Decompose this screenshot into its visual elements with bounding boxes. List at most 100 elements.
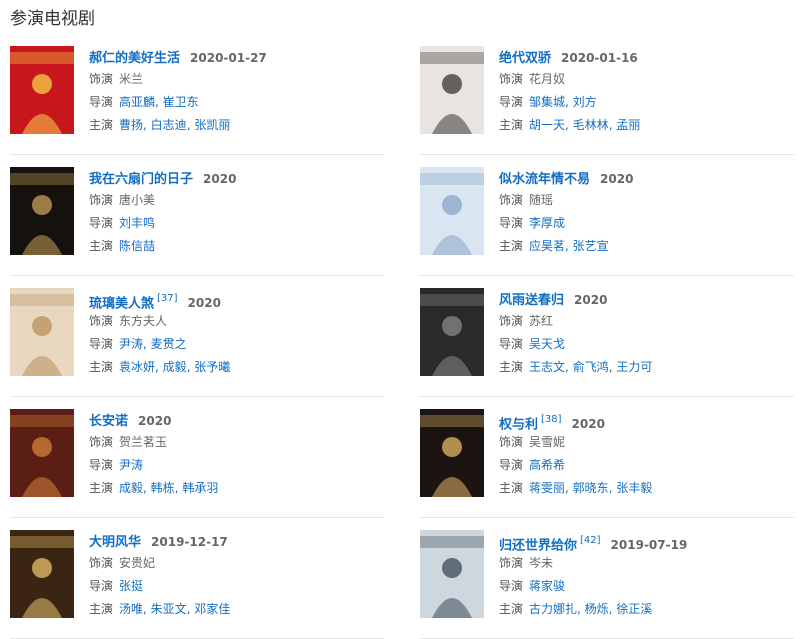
director-link[interactable]: 崔卫东 <box>163 95 199 109</box>
drama-poster-image[interactable] <box>10 167 74 255</box>
cast-member-link[interactable]: 古力娜扎 <box>529 602 577 616</box>
director-line: 导演 吴天戈 <box>499 333 799 356</box>
director-label: 导演 <box>89 337 114 351</box>
comma-separator: , <box>565 481 573 495</box>
poster-art <box>10 288 74 376</box>
role-label: 饰演 <box>499 556 524 570</box>
drama-title-link[interactable]: 郝仁的美好生活 <box>89 51 180 66</box>
director-link[interactable]: 吴天戈 <box>529 337 565 351</box>
drama-poster-image[interactable] <box>420 288 484 376</box>
comma-separator: , <box>143 602 151 616</box>
drama-poster-image[interactable] <box>420 409 484 497</box>
drama-card: 大明风华 2019-12-17 饰演 安贵妃 导演 张挺 主演 汤唯, 朱亚文, 邓家佳 <box>10 530 390 620</box>
cast-member-link[interactable]: 郭晓东 <box>573 481 609 495</box>
drama-poster-image[interactable] <box>420 46 484 134</box>
director-link[interactable]: 麦贯之 <box>151 337 187 351</box>
cast-member-link[interactable]: 张艺宣 <box>573 239 609 253</box>
drama-card: 郝仁的美好生活 2020-01-27 饰演 米兰 导演 高亚麟, 崔卫东 主演 曹扬, 白志迪… <box>10 46 390 136</box>
cast-member-link[interactable]: 孟丽 <box>616 118 640 132</box>
director-link[interactable]: 高亚麟 <box>119 95 155 109</box>
drama-title-link[interactable]: 长安诺 <box>89 414 128 429</box>
cast-member-link[interactable]: 张予曦 <box>194 360 230 374</box>
drama-title-link[interactable]: 风雨送春归 <box>499 293 564 308</box>
comma-separator: , <box>143 481 151 495</box>
drama-poster-image[interactable] <box>420 167 484 255</box>
role-label: 饰演 <box>499 72 524 86</box>
director-link[interactable]: 邹集城 <box>529 95 565 109</box>
cast-member-link[interactable]: 陈信喆 <box>119 239 155 253</box>
citation-link[interactable]: [38] <box>541 414 562 425</box>
cast-member-link[interactable]: 韩承羽 <box>182 481 218 495</box>
drama-info: 归还世界给你 [42] 2019-07-19 饰演 岑未 导演 蒋家骏 主演 古力娜扎, 杨烁,… <box>499 530 799 621</box>
citation-link[interactable]: [42] <box>580 535 601 546</box>
director-line: 导演 张挺 <box>89 575 389 598</box>
drama-title-link[interactable]: 似水流年情不易 <box>499 172 590 187</box>
cast-member-link[interactable]: 杨烁 <box>585 602 609 616</box>
drama-title-link[interactable]: 我在六扇门的日子 <box>89 172 193 187</box>
cast-line: 主演 王志文, 俞飞鸿, 王力可 <box>499 356 799 379</box>
drama-poster-image[interactable] <box>420 530 484 618</box>
role-line: 饰演 东方夫人 <box>89 310 389 333</box>
director-link[interactable]: 高希希 <box>529 458 565 472</box>
cast-member-link[interactable]: 蒋雯丽 <box>529 481 565 495</box>
cast-member-link[interactable]: 成毅 <box>119 481 143 495</box>
role-name: 吴雪妮 <box>529 435 566 449</box>
air-date: 2020-01-16 <box>561 51 638 65</box>
director-link[interactable]: 张挺 <box>119 579 143 593</box>
drama-poster-image[interactable] <box>10 409 74 497</box>
drama-title-link[interactable]: 绝代双骄 <box>499 51 551 66</box>
cast-member-link[interactable]: 俞飞鸿 <box>573 360 609 374</box>
drama-card: 绝代双骄 2020-01-16 饰演 花月奴 导演 邹集城, 刘方 主演 胡一天, 毛林林, … <box>420 46 800 136</box>
section-title: 参演电视剧 <box>10 9 95 29</box>
comma-separator: , <box>143 337 151 351</box>
cast-member-link[interactable]: 王力可 <box>616 360 652 374</box>
drama-poster-image[interactable] <box>10 530 74 618</box>
cast-member-link[interactable]: 曹扬 <box>119 118 143 132</box>
title-line: 绝代双骄 2020-01-16 <box>499 46 799 68</box>
role-label: 饰演 <box>89 72 114 86</box>
cast-member-link[interactable]: 胡一天 <box>529 118 565 132</box>
cast-label: 主演 <box>89 118 114 132</box>
director-label: 导演 <box>89 579 114 593</box>
drama-card: 归还世界给你 [42] 2019-07-19 饰演 岑未 导演 蒋家骏 主演 古力娜扎, 杨烁,… <box>420 530 800 620</box>
cast-line: 主演 蒋雯丽, 郭晓东, 张丰毅 <box>499 477 799 500</box>
drama-grid: 郝仁的美好生活 2020-01-27 饰演 米兰 导演 高亚麟, 崔卫东 主演 曹扬, 白志迪… <box>0 34 806 639</box>
cast-member-link[interactable]: 白志迪 <box>151 118 187 132</box>
director-link[interactable]: 蒋家骏 <box>529 579 565 593</box>
cast-member-link[interactable]: 韩栋 <box>151 481 175 495</box>
cast-member-link[interactable]: 毛林林 <box>573 118 609 132</box>
cast-member-link[interactable]: 张凯丽 <box>194 118 230 132</box>
air-date: 2019-12-17 <box>151 535 228 549</box>
role-label: 饰演 <box>499 435 524 449</box>
cast-member-link[interactable]: 张丰毅 <box>616 481 652 495</box>
title-line: 权与利 [38] 2020 <box>499 409 799 432</box>
comma-separator: , <box>565 239 573 253</box>
drama-title-link[interactable]: 大明风华 <box>89 535 141 550</box>
cast-member-link[interactable]: 成毅 <box>163 360 187 374</box>
director-link[interactable]: 尹涛 <box>119 337 143 351</box>
director-link[interactable]: 刘方 <box>573 95 597 109</box>
cast-label: 主演 <box>89 239 114 253</box>
drama-info: 琉璃美人煞 [37] 2020 饰演 东方夫人 导演 尹涛, 麦贯之 主演 袁冰妍, 成毅, 张… <box>89 288 389 379</box>
cast-member-link[interactable]: 朱亚文 <box>151 602 187 616</box>
cast-member-link[interactable]: 王志文 <box>529 360 565 374</box>
role-line: 饰演 随瑶 <box>499 189 799 212</box>
role-line: 饰演 苏红 <box>499 310 799 333</box>
role-name: 贺兰茗玉 <box>119 435 168 449</box>
title-line: 似水流年情不易 2020 <box>499 167 799 189</box>
director-line: 导演 尹涛, 麦贯之 <box>89 333 389 356</box>
cast-line: 主演 汤唯, 朱亚文, 邓家佳 <box>89 598 389 621</box>
drama-poster-image[interactable] <box>10 46 74 134</box>
cast-member-link[interactable]: 应昊茗 <box>529 239 565 253</box>
director-link[interactable]: 尹涛 <box>119 458 143 472</box>
citation-link[interactable]: [37] <box>157 293 178 304</box>
director-line: 导演 邹集城, 刘方 <box>499 91 799 114</box>
cast-member-link[interactable]: 徐正溪 <box>616 602 652 616</box>
cast-member-link[interactable]: 袁冰妍 <box>119 360 155 374</box>
cast-member-link[interactable]: 汤唯 <box>119 602 143 616</box>
drama-poster-image[interactable] <box>10 288 74 376</box>
cast-member-link[interactable]: 邓家佳 <box>194 602 230 616</box>
director-link[interactable]: 刘丰鸣 <box>119 216 155 230</box>
air-date: 2020 <box>571 417 605 432</box>
director-link[interactable]: 李厚成 <box>529 216 565 230</box>
